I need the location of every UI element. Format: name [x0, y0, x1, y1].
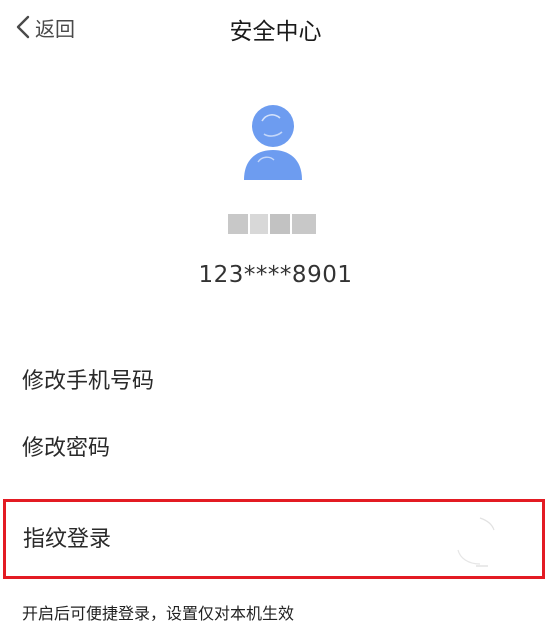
change-password-item[interactable]: 修改密码: [22, 426, 522, 466]
fingerprint-login-label: 指纹登录: [23, 527, 112, 552]
page-title: 安全中心: [229, 19, 322, 45]
fingerprint-login-toggle[interactable]: [446, 512, 506, 572]
user-name-redacted: [226, 212, 318, 236]
change-phone-number-item[interactable]: 修改手机号码: [22, 359, 522, 399]
change-phone-number-label: 修改手机号码: [22, 369, 155, 394]
change-password-label: 修改密码: [22, 436, 111, 461]
user-avatar-icon: [240, 104, 306, 180]
toggle-switch-icon: [457, 517, 495, 567]
security-center-screen: 返回 安全中心 123****8901 修改手机号码 修改密码 指纹登录 开启后…: [0, 0, 551, 635]
nav-bar: 返回 安全中心: [0, 0, 551, 56]
redaction-block: [250, 214, 268, 234]
redaction-block: [228, 214, 248, 234]
fingerprint-hint-text: 开启后可便捷登录，设置仅对本机生效: [22, 604, 295, 623]
fingerprint-login-row[interactable]: 指纹登录: [3, 499, 545, 579]
masked-phone-number: 123****8901: [198, 262, 353, 288]
redaction-block: [270, 214, 290, 234]
redaction-block: [292, 214, 316, 234]
